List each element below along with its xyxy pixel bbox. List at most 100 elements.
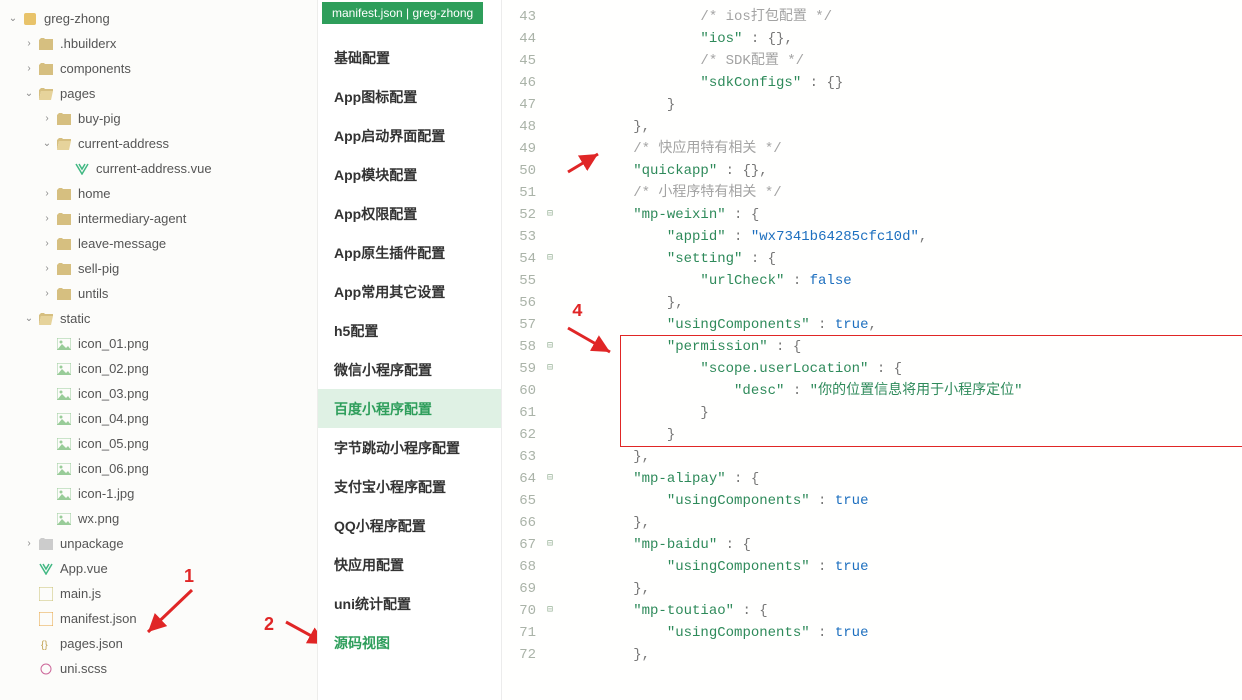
tree-folder[interactable]: › home xyxy=(0,181,317,206)
tree-folder[interactable]: › intermediary-agent xyxy=(0,206,317,231)
nav-mp-baidu[interactable]: 百度小程序配置 xyxy=(318,389,501,428)
code-line[interactable]: "scope.userLocation" : { xyxy=(566,358,1242,380)
code-line[interactable]: }, xyxy=(566,446,1242,468)
folder-icon xyxy=(56,286,72,302)
image-file-icon xyxy=(56,461,72,477)
nav-app-other[interactable]: App常用其它设置 xyxy=(318,272,501,311)
code-line[interactable]: "usingComponents" : true xyxy=(566,556,1242,578)
nav-source-view[interactable]: 源码视图 xyxy=(318,623,501,662)
code-line[interactable]: /* 快应用特有相关 */ xyxy=(566,138,1242,160)
code-line[interactable]: "urlCheck" : false xyxy=(566,270,1242,292)
tree-file-vue[interactable]: current-address.vue xyxy=(0,156,317,181)
tree-file-pagesjson[interactable]: {}pages.json xyxy=(0,631,317,656)
code-line[interactable]: "sdkConfigs" : {} xyxy=(566,72,1242,94)
tree-folder[interactable]: › components xyxy=(0,56,317,81)
code-line[interactable]: }, xyxy=(566,644,1242,666)
folder-icon xyxy=(38,61,54,77)
code-line[interactable]: "permission" : { xyxy=(566,336,1242,358)
tree-folder[interactable]: › leave-message xyxy=(0,231,317,256)
nav-mp-weixin[interactable]: 微信小程序配置 xyxy=(318,350,501,389)
code-line[interactable]: "ios" : {}, xyxy=(566,28,1242,50)
code-line[interactable]: /* 小程序特有相关 */ xyxy=(566,182,1242,204)
code-line[interactable]: "mp-alipay" : { xyxy=(566,468,1242,490)
tree-folder-pages[interactable]: ⌄ pages xyxy=(0,81,317,106)
tree-file-image[interactable]: icon_01.png xyxy=(0,331,317,356)
chevron-right-icon: › xyxy=(40,237,54,251)
svg-text:{}: {} xyxy=(41,640,48,651)
chevron-right-icon: › xyxy=(40,287,54,301)
image-file-icon xyxy=(56,386,72,402)
tree-file-image[interactable]: icon_04.png xyxy=(0,406,317,431)
code-line[interactable]: "setting" : { xyxy=(566,248,1242,270)
nav-mp-qq[interactable]: QQ小程序配置 xyxy=(318,506,501,545)
code-line[interactable]: "mp-weixin" : { xyxy=(566,204,1242,226)
tree-file-mainjs[interactable]: main.js xyxy=(0,581,317,606)
nav-app-launch[interactable]: App启动界面配置 xyxy=(318,116,501,155)
tree-folder[interactable]: › .hbuilderx xyxy=(0,31,317,56)
nav-mp-alipay[interactable]: 支付宝小程序配置 xyxy=(318,467,501,506)
tree-folder[interactable]: › sell-pig xyxy=(0,256,317,281)
folder-icon xyxy=(38,36,54,52)
tree-folder-current-address[interactable]: ⌄ current-address xyxy=(0,131,317,156)
code-line[interactable]: "usingComponents" : true, xyxy=(566,314,1242,336)
nav-app-perm[interactable]: App权限配置 xyxy=(318,194,501,233)
nav-basic[interactable]: 基础配置 xyxy=(318,38,501,77)
code-line[interactable]: "usingComponents" : true xyxy=(566,622,1242,644)
tree-folder-static[interactable]: ⌄ static xyxy=(0,306,317,331)
nav-mp-toutiao[interactable]: 字节跳动小程序配置 xyxy=(318,428,501,467)
code-line[interactable]: }, xyxy=(566,512,1242,534)
code-line[interactable]: "mp-baidu" : { xyxy=(566,534,1242,556)
tree-file-image[interactable]: icon_02.png xyxy=(0,356,317,381)
nav-app-module[interactable]: App模块配置 xyxy=(318,155,501,194)
chevron-right-icon: › xyxy=(40,187,54,201)
tree-folder[interactable]: › unpackage xyxy=(0,531,317,556)
code-line[interactable]: }, xyxy=(566,116,1242,138)
tree-file-image[interactable]: wx.png xyxy=(0,506,317,531)
tree-file-image[interactable]: icon-1.jpg xyxy=(0,481,317,506)
code-line[interactable]: /* ios打包配置 */ xyxy=(566,6,1242,28)
tree-folder[interactable]: › buy-pig xyxy=(0,106,317,131)
code-content[interactable]: 4 /* ios打包配置 */ "ios" : {}, /* SDK配置 */ … xyxy=(558,0,1242,700)
code-line[interactable]: "usingComponents" : true xyxy=(566,490,1242,512)
scss-file-icon xyxy=(38,661,54,677)
code-line[interactable]: "quickapp" : {}, xyxy=(566,160,1242,182)
chevron-down-icon: ⌄ xyxy=(40,137,54,151)
file-explorer[interactable]: ⌄ greg-zhong › .hbuilderx › components ⌄… xyxy=(0,0,318,700)
folder-open-icon xyxy=(38,311,54,327)
fold-gutter: ⊟⊟⊟⊟⊟⊟⊟ xyxy=(542,0,558,700)
code-line[interactable]: /* SDK配置 */ xyxy=(566,50,1242,72)
folder-icon xyxy=(56,261,72,277)
nav-app-native[interactable]: App原生插件配置 xyxy=(318,233,501,272)
code-line[interactable]: "desc" : "你的位置信息将用于小程序定位" xyxy=(566,380,1242,402)
json-file-icon xyxy=(38,611,54,627)
tree-file-appvue[interactable]: App.vue xyxy=(0,556,317,581)
nav-app-icon[interactable]: App图标配置 xyxy=(318,77,501,116)
editor-tab[interactable]: manifest.json | greg-zhong xyxy=(322,2,483,24)
tree-file-image[interactable]: icon_03.png xyxy=(0,381,317,406)
chevron-right-icon: › xyxy=(40,112,54,126)
chevron-right-icon: › xyxy=(22,62,36,76)
nav-quickapp[interactable]: 快应用配置 xyxy=(318,545,501,584)
tree-file-image[interactable]: icon_06.png xyxy=(0,456,317,481)
nav-h5[interactable]: h5配置 xyxy=(318,311,501,350)
vue-file-icon xyxy=(74,161,90,177)
tree-folder[interactable]: › untils xyxy=(0,281,317,306)
chevron-down-icon: ⌄ xyxy=(22,312,36,326)
chevron-right-icon: › xyxy=(22,37,36,51)
manifest-config-nav: manifest.json | greg-zhong 基础配置 App图标配置 … xyxy=(318,0,502,700)
code-editor[interactable]: 4344454647484950515253545556575859606162… xyxy=(502,0,1242,700)
tree-file-uniscss[interactable]: uni.scss xyxy=(0,656,317,681)
code-line[interactable]: } xyxy=(566,424,1242,446)
code-line[interactable]: "appid" : "wx7341b64285cfc10d", xyxy=(566,226,1242,248)
code-line[interactable]: }, xyxy=(566,578,1242,600)
code-line[interactable]: }, xyxy=(566,292,1242,314)
code-line[interactable]: } xyxy=(566,402,1242,424)
tree-file-image[interactable]: icon_05.png xyxy=(0,431,317,456)
js-file-icon xyxy=(38,586,54,602)
code-line[interactable]: "mp-toutiao" : { xyxy=(566,600,1242,622)
tree-file-manifest[interactable]: manifest.json xyxy=(0,606,317,631)
nav-uni-stat[interactable]: uni统计配置 xyxy=(318,584,501,623)
code-line[interactable]: } xyxy=(566,94,1242,116)
tree-root[interactable]: ⌄ greg-zhong xyxy=(0,6,317,31)
folder-icon xyxy=(56,236,72,252)
